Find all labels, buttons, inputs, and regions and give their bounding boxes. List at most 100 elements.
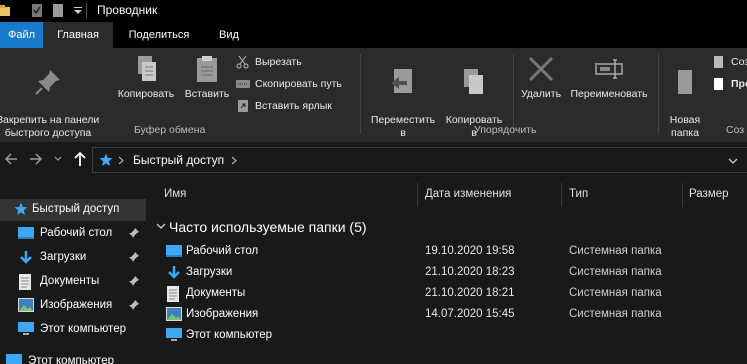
- recent-locations-icon[interactable]: [54, 156, 62, 162]
- new-item-button[interactable]: Соз: [712, 54, 747, 70]
- paste-shortcut-button[interactable]: Вставить ярлык: [236, 98, 356, 114]
- paste-shortcut-label: Вставить ярлык: [255, 100, 332, 112]
- sidebar-item-quick-access[interactable]: Быстрый доступ: [0, 199, 146, 221]
- scissors-icon: [236, 55, 249, 69]
- delete-icon: [528, 56, 554, 82]
- sidebar-item-downloads[interactable]: Загрузки: [0, 247, 146, 269]
- up-arrow-icon[interactable]: [73, 151, 87, 167]
- table-row[interactable]: Изображения 14.07.2020 15:45 Системная п…: [146, 304, 747, 325]
- desktop-icon: [166, 245, 182, 257]
- star-icon: [99, 153, 113, 166]
- sidebar-item-label: Быстрый доступ: [32, 203, 120, 215]
- table-row[interactable]: Документы 21.10.2020 18:21 Системная пап…: [146, 283, 747, 304]
- file-type: Системная папка: [569, 287, 662, 299]
- cut-label: Вырезать: [255, 56, 302, 68]
- ribbon-separator: [658, 54, 659, 134]
- cut-button[interactable]: Вырезать: [236, 54, 356, 70]
- folder-icon: [0, 5, 10, 16]
- chevron-down-icon[interactable]: [728, 158, 738, 164]
- file-name: Рабочий стол: [186, 245, 259, 257]
- delete-button[interactable]: Удалить: [516, 54, 566, 101]
- column-separator[interactable]: [561, 183, 562, 207]
- file-date: 19.10.2020 19:58: [425, 245, 515, 257]
- sidebar-item-this-pc[interactable]: Этот компьютер: [0, 319, 146, 341]
- rename-button[interactable]: Переименовать: [565, 54, 653, 101]
- file-date: 21.10.2020 18:23: [425, 266, 515, 278]
- new-folder-label: Новая папка: [669, 114, 701, 139]
- table-row[interactable]: Рабочий стол 19.10.2020 19:58 Системная …: [146, 241, 747, 262]
- organize-group-label: Упорядочить: [474, 124, 537, 136]
- paste-icon: [197, 56, 217, 82]
- sidebar-item-pictures[interactable]: Изображения: [0, 295, 146, 317]
- ribbon-tabs: Файл Главная Поделиться Вид: [0, 22, 747, 48]
- new-folder-icon: [678, 70, 692, 94]
- paste-button[interactable]: Вставить: [181, 54, 233, 101]
- column-header-date[interactable]: Дата изменения: [425, 188, 511, 200]
- navigation-pane: Быстрый доступ Рабочий стол Загрузки Док…: [0, 178, 146, 364]
- document-icon: [19, 274, 31, 290]
- rename-label: Переименовать: [570, 88, 648, 100]
- tab-file[interactable]: Файл: [0, 22, 43, 48]
- file-date: 21.10.2020 18:21: [425, 287, 515, 299]
- new-item-label: Соз: [731, 56, 747, 68]
- paste-label: Вставить: [184, 88, 230, 100]
- image-icon: [18, 298, 34, 312]
- easy-access-icon: [714, 78, 723, 90]
- file-name: Загрузки: [186, 266, 233, 278]
- customize-toolbar-icon[interactable]: [72, 4, 84, 17]
- pin-icon[interactable]: [129, 252, 139, 262]
- copy-icon: [138, 56, 156, 81]
- pin-quick-access-button[interactable]: Закрепить на панели быстрого доступа: [0, 54, 108, 140]
- move-to-icon: [391, 69, 412, 93]
- new-item-icon: [714, 56, 723, 68]
- column-header-name[interactable]: Имя: [164, 188, 186, 200]
- copy-path-button[interactable]: Скопировать путь: [236, 76, 356, 92]
- delete-label: Удалить: [520, 88, 562, 100]
- new-folder-icon[interactable]: [52, 4, 64, 17]
- navigation-bar: Быстрый доступ: [0, 142, 747, 178]
- chevron-right-icon[interactable]: [118, 156, 124, 165]
- table-row[interactable]: Этот компьютер: [146, 325, 747, 346]
- column-header-type[interactable]: Тип: [569, 188, 588, 200]
- new-folder-button[interactable]: Новая папка: [662, 54, 708, 140]
- sidebar-item-label: Этот компьютер: [40, 323, 126, 335]
- move-to-button[interactable]: Переместить в: [364, 54, 442, 140]
- ribbon-separator: [360, 54, 361, 134]
- collapse-chevron-icon[interactable]: [156, 223, 166, 230]
- file-name: Этот компьютер: [186, 329, 272, 341]
- group-header[interactable]: Часто используемые папки (5): [169, 219, 367, 235]
- copy-label: Копировать: [117, 88, 175, 100]
- tab-home[interactable]: Главная: [43, 22, 113, 48]
- copy-path-label: Скопировать путь: [255, 78, 342, 90]
- sidebar-item-label: Рабочий стол: [40, 227, 113, 239]
- address-path[interactable]: Быстрый доступ: [133, 153, 224, 167]
- back-arrow-icon[interactable]: [4, 151, 18, 167]
- sidebar-item-label: Изображения: [40, 299, 113, 311]
- file-type: Системная папка: [569, 245, 662, 257]
- rename-icon: [595, 59, 623, 79]
- copy-button[interactable]: Копировать: [113, 54, 179, 101]
- pin-icon[interactable]: [129, 276, 139, 286]
- sidebar-item-desktop[interactable]: Рабочий стол: [0, 223, 146, 245]
- file-date: 14.07.2020 15:45: [425, 308, 515, 320]
- pin-icon[interactable]: [129, 300, 139, 310]
- column-separator[interactable]: [682, 183, 683, 207]
- new-group-label: Соз: [726, 124, 745, 136]
- column-header-size[interactable]: Размер: [689, 188, 729, 200]
- sidebar-item-documents[interactable]: Документы: [0, 271, 146, 293]
- column-separator[interactable]: [417, 183, 418, 207]
- properties-icon[interactable]: [31, 4, 43, 17]
- file-list: Имя Дата изменения Тип Размер Часто испо…: [146, 178, 747, 364]
- forward-arrow-icon[interactable]: [29, 151, 43, 167]
- tab-share[interactable]: Поделиться: [113, 22, 205, 48]
- sidebar-item-this-pc[interactable]: Этот компьютер: [0, 351, 134, 364]
- tab-view[interactable]: Вид: [205, 22, 253, 48]
- pin-icon[interactable]: [129, 228, 139, 238]
- chevron-right-icon[interactable]: [231, 156, 237, 165]
- address-bar[interactable]: Быстрый доступ: [92, 147, 747, 173]
- table-row[interactable]: Загрузки 21.10.2020 18:23 Системная папк…: [146, 262, 747, 283]
- easy-access-button[interactable]: Про: [712, 76, 747, 92]
- paste-shortcut-icon: [238, 100, 248, 112]
- copy-to-icon: [464, 69, 483, 94]
- title-bar: Проводник: [0, 0, 747, 22]
